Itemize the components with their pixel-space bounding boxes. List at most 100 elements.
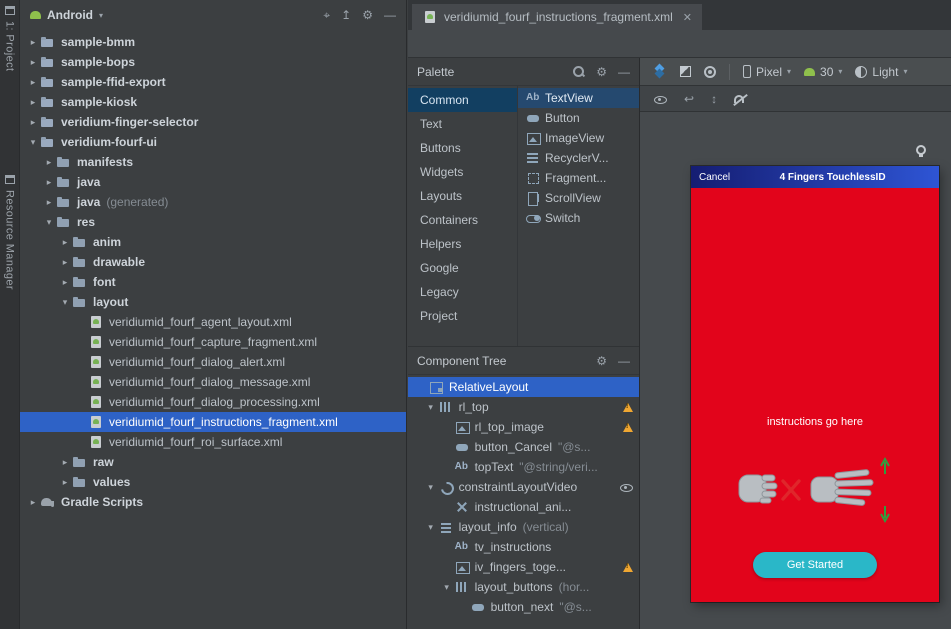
tree-chevron-icon[interactable]: ▸ — [58, 457, 72, 468]
collapse-all-icon[interactable]: ↥ — [341, 9, 351, 21]
project-tree-row[interactable]: ▸ values — [20, 472, 406, 492]
tree-chevron-icon[interactable]: ▾ — [424, 522, 438, 533]
project-tree-row[interactable]: veridiumid_fourf_dialog_processing.xml — [20, 392, 406, 412]
undo-icon[interactable]: ↩ — [684, 93, 694, 105]
palette-category[interactable]: Layouts — [408, 184, 517, 208]
tree-chevron-icon[interactable]: ▸ — [58, 477, 72, 488]
tree-chevron-icon[interactable]: ▸ — [26, 37, 40, 48]
tree-chevron-icon[interactable]: ▾ — [424, 402, 438, 413]
project-tree-row[interactable]: ▸ veridium-finger-selector — [20, 112, 406, 132]
minimize-palette-icon[interactable]: — — [618, 66, 630, 78]
tree-chevron-icon[interactable]: ▸ — [26, 497, 40, 508]
tree-chevron-icon[interactable]: ▸ — [42, 197, 56, 208]
view-options-icon[interactable] — [654, 93, 667, 105]
tree-chevron-icon[interactable]: ▸ — [26, 117, 40, 128]
palette-category[interactable]: Buttons — [408, 136, 517, 160]
project-tree-row[interactable]: ▸ raw — [20, 452, 406, 472]
palette-category[interactable]: Google — [408, 256, 517, 280]
palette-category[interactable]: Containers — [408, 208, 517, 232]
tree-chevron-icon[interactable]: ▾ — [58, 297, 72, 308]
component-tree-row[interactable]: button_Cancel "@s... — [408, 437, 639, 457]
warning-icon[interactable] — [623, 423, 633, 432]
tool-button-project[interactable]: 1: Project — [4, 6, 16, 71]
component-tree-row[interactable]: button_next "@s... — [408, 597, 639, 617]
project-tree-row[interactable]: ▸ drawable — [20, 252, 406, 272]
tree-chevron-icon[interactable]: ▸ — [58, 237, 72, 248]
lightbulb-icon[interactable] — [916, 145, 926, 155]
preview-instructions-text[interactable]: instructions go here — [691, 416, 939, 428]
palette-category[interactable]: Helpers — [408, 232, 517, 256]
project-tree-row[interactable]: ▾ veridium-fourf-ui — [20, 132, 406, 152]
palette-item[interactable]: ScrollView — [518, 188, 639, 208]
palette-category[interactable]: Widgets — [408, 160, 517, 184]
project-tree-row[interactable]: ▸ font — [20, 272, 406, 292]
palette-item[interactable]: Button — [518, 108, 639, 128]
distribute-icon[interactable]: ↕ — [711, 93, 717, 105]
component-tree-row[interactable]: RelativeLayout — [408, 377, 639, 397]
palette-item[interactable]: Fragment... — [518, 168, 639, 188]
project-tree-row[interactable]: ▸ java — [20, 172, 406, 192]
tree-chevron-icon[interactable]: ▸ — [26, 77, 40, 88]
preview-get-started-button[interactable]: Get Started — [753, 552, 877, 578]
project-tree-row[interactable]: ▸ sample-ffid-export — [20, 72, 406, 92]
search-icon[interactable] — [572, 65, 585, 78]
project-view-selector[interactable]: Android — [47, 8, 93, 22]
tree-chevron-icon[interactable]: ▸ — [58, 257, 72, 268]
tree-chevron-icon[interactable]: ▸ — [26, 57, 40, 68]
project-tree-row[interactable]: ▸ sample-kiosk — [20, 92, 406, 112]
component-tree-row[interactable]: rl_top_image — [408, 417, 639, 437]
project-tree-row[interactable]: veridiumid_fourf_agent_layout.xml — [20, 312, 406, 332]
gear-icon[interactable]: ⚙ — [596, 355, 607, 367]
tool-button-resource-manager[interactable]: Resource Manager — [4, 175, 16, 290]
project-tree-row[interactable]: ▸ java (generated) — [20, 192, 406, 212]
color-picker-icon[interactable] — [704, 66, 716, 78]
project-tree-row[interactable]: ▸ sample-bops — [20, 52, 406, 72]
locate-file-icon[interactable]: ⌖ — [323, 9, 330, 21]
palette-category[interactable]: Legacy — [408, 280, 517, 304]
component-tree-row[interactable]: iv_fingers_toge... — [408, 557, 639, 577]
component-tree-row[interactable]: tv_instructions — [408, 537, 639, 557]
hands-illustration[interactable] — [733, 454, 897, 531]
gear-icon[interactable]: ⚙ — [596, 66, 607, 78]
palette-item[interactable]: TextView — [518, 88, 639, 108]
tree-chevron-icon[interactable]: ▸ — [42, 177, 56, 188]
project-tree-row[interactable]: veridiumid_fourf_dialog_alert.xml — [20, 352, 406, 372]
close-tab-icon[interactable]: ✕ — [683, 11, 692, 24]
component-tree-row[interactable]: ▾ rl_top — [408, 397, 639, 417]
project-tree-row[interactable]: veridiumid_fourf_roi_surface.xml — [20, 432, 406, 452]
tree-chevron-icon[interactable]: ▾ — [26, 137, 40, 148]
tree-chevron-icon[interactable]: ▸ — [26, 97, 40, 108]
preview-top-bar[interactable]: Cancel 4 Fingers TouchlessID — [691, 166, 939, 188]
project-tree-row[interactable]: ▾ layout — [20, 292, 406, 312]
device-selector[interactable]: Pixel ▾ — [743, 65, 791, 79]
warning-icon[interactable] — [623, 403, 633, 412]
palette-category[interactable]: Text — [408, 112, 517, 136]
project-tree-row[interactable]: ▸ manifests — [20, 152, 406, 172]
api-selector[interactable]: 30 ▾ — [804, 65, 842, 79]
preview-cancel-button[interactable]: Cancel — [691, 172, 730, 183]
hide-panel-icon[interactable]: — — [384, 9, 396, 21]
tree-chevron-icon[interactable]: ▸ — [42, 157, 56, 168]
tree-chevron-icon[interactable]: ▾ — [42, 217, 56, 228]
project-tree-row[interactable]: ▸ Gradle Scripts — [20, 492, 406, 512]
autoconnect-icon[interactable] — [734, 95, 744, 103]
gear-icon[interactable]: ⚙ — [362, 9, 373, 21]
palette-category[interactable]: Project — [408, 304, 517, 328]
palette-item[interactable]: ImageView — [518, 128, 639, 148]
tree-chevron-icon[interactable]: ▸ — [58, 277, 72, 288]
project-tree-row[interactable]: ▾ res — [20, 212, 406, 232]
palette-category[interactable]: Common — [408, 88, 517, 112]
project-tree-row[interactable]: veridiumid_fourf_capture_fragment.xml — [20, 332, 406, 352]
visibility-icon[interactable] — [620, 481, 633, 493]
phone-preview[interactable]: Cancel 4 Fingers TouchlessID instruction… — [691, 166, 939, 602]
component-tree-row[interactable]: ▾ layout_buttons (hor... — [408, 577, 639, 597]
component-tree-row[interactable]: ▾ layout_info (vertical) — [408, 517, 639, 537]
tree-chevron-icon[interactable]: ▾ — [440, 582, 454, 593]
warning-icon[interactable] — [623, 563, 633, 572]
tree-chevron-icon[interactable]: ▾ — [424, 482, 438, 493]
component-tree-row[interactable]: instructional_ani... — [408, 497, 639, 517]
project-tree-row[interactable]: veridiumid_fourf_dialog_message.xml — [20, 372, 406, 392]
minimize-component-tree-icon[interactable]: — — [618, 355, 630, 367]
component-tree-row[interactable]: ▾ constraintLayoutVideo — [408, 477, 639, 497]
project-tree-row[interactable]: ▸ anim — [20, 232, 406, 252]
